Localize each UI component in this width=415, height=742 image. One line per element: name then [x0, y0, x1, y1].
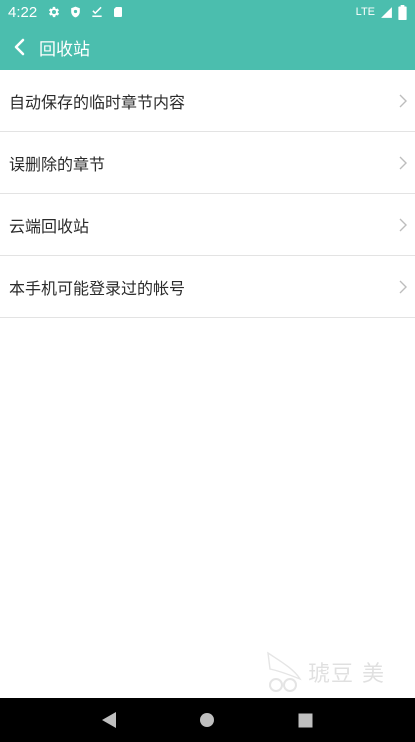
- status-icons-right: LTE: [355, 4, 407, 20]
- battery-icon: [398, 4, 407, 20]
- list-item-label: 自动保存的临时章节内容: [9, 92, 186, 112]
- nav-home-button[interactable]: [187, 700, 227, 740]
- home-circle-icon: [200, 713, 215, 727]
- shield-icon: [69, 5, 82, 19]
- watermark-text: 琥豆 美: [308, 662, 385, 687]
- list-item-deleted-chapters[interactable]: 误删除的章节: [0, 132, 415, 194]
- system-nav-bar: [0, 698, 415, 742]
- back-triangle-icon: [102, 712, 117, 728]
- app-bar: 回收站: [0, 24, 415, 70]
- list-item-label: 本手机可能登录过的帐号: [9, 278, 186, 298]
- download-done-icon: [90, 5, 104, 19]
- watermark: 琥豆 美: [260, 649, 385, 695]
- status-bar: 4:22 LTE: [0, 0, 415, 24]
- status-icons-left: [47, 5, 124, 19]
- back-button[interactable]: [0, 24, 38, 70]
- recents-square-icon: [298, 713, 313, 727]
- chevron-left-icon: [14, 38, 25, 56]
- signal-icon: [380, 6, 393, 19]
- list-item-label: 云端回收站: [9, 216, 90, 236]
- sd-card-icon: [112, 5, 124, 19]
- chevron-right-icon: [399, 280, 407, 294]
- list-item-cloud-recycle-bin[interactable]: 云端回收站: [0, 194, 415, 256]
- list-item-logged-in-accounts[interactable]: 本手机可能登录过的帐号: [0, 256, 415, 318]
- nav-back-button[interactable]: [89, 700, 129, 740]
- nav-recents-button[interactable]: [286, 700, 326, 740]
- page-title: 回收站: [39, 39, 90, 60]
- chevron-right-icon: [399, 218, 407, 232]
- list-item-label: 误删除的章节: [9, 154, 106, 174]
- status-time: 4:22: [8, 3, 38, 21]
- chevron-right-icon: [399, 94, 407, 108]
- network-type: LTE: [355, 6, 375, 18]
- watermark-logo-icon: [267, 651, 302, 692]
- gear-icon: [47, 5, 61, 19]
- chevron-right-icon: [399, 156, 407, 170]
- recycle-options-list: 自动保存的临时章节内容 误删除的章节 云端回收站 本手机可能登录过的帐号: [0, 70, 415, 318]
- list-item-auto-saved-chapters[interactable]: 自动保存的临时章节内容: [0, 70, 415, 132]
